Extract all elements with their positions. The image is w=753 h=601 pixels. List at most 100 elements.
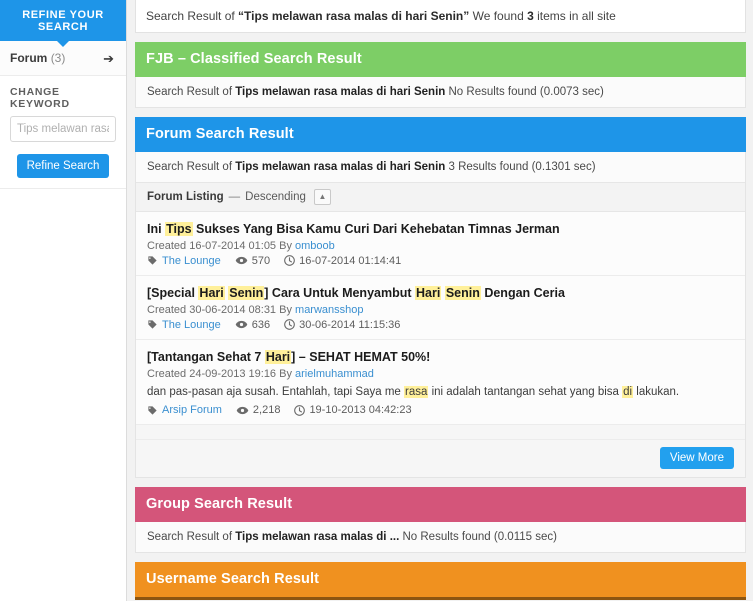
stat-last-post: 19-10-2013 04:42:23 xyxy=(294,404,412,417)
listing-sort-direction: Descending xyxy=(245,191,306,203)
group-result-summary: Search Result of Tips melawan rasa malas… xyxy=(136,522,745,553)
facet-count: (3) xyxy=(50,51,66,65)
created-label: Created xyxy=(147,303,187,316)
highlight-term: rasa xyxy=(404,385,429,398)
fjb-summary-suffix: No Results found (0.0073 sec) xyxy=(445,86,604,98)
panel-forum-header: Forum Search Result xyxy=(135,117,746,152)
result-title-link[interactable]: [Tantangan Sehat 7 Hari] – SEHAT HEMAT 5… xyxy=(147,349,734,366)
result-view-count: 570 xyxy=(251,254,271,267)
result-meta: Created 30-06-2014 08:31 By marwansshop xyxy=(147,304,734,316)
highlight-term: Hari xyxy=(415,285,442,300)
result-author-link[interactable]: omboob xyxy=(295,240,335,252)
highlight-term: Senin xyxy=(444,285,481,300)
result-stats: Arsip Forum 2,218 19-10-2013 04:42:23 xyxy=(147,404,734,416)
stat-last-post: 30-06-2014 11:15:36 xyxy=(284,319,400,331)
summary-found-post: items in all site xyxy=(533,9,616,23)
result-view-count: 2,218 xyxy=(252,404,281,417)
summary-found-pre: We found xyxy=(469,9,528,23)
stat-forum: Arsip Forum xyxy=(147,404,222,416)
result-last-post-date: 16-07-2014 01:14:41 xyxy=(299,254,402,267)
highlight-term: Hari xyxy=(264,349,292,364)
result-author-link[interactable]: arielmuhammad xyxy=(295,368,374,380)
group-summary-suffix: No Results found (0.0115 sec) xyxy=(399,531,557,544)
stat-last-post: 16-07-2014 01:14:41 xyxy=(284,255,401,267)
result-last-post-date: 30-06-2014 11:15:36 xyxy=(299,318,401,331)
highlight-term: Tips xyxy=(165,222,193,236)
group-summary-query: Tips melawan rasa malas di ... xyxy=(235,531,400,544)
panel-fjb-header: FJB – Classified Search Result xyxy=(135,42,746,77)
search-results-page: REFINE YOUR SEARCH Forum (3) ➔ CHANGE KE… xyxy=(0,0,753,601)
by-label: By xyxy=(279,239,292,252)
clock-icon xyxy=(284,255,295,267)
result-author-link[interactable]: marwansshop xyxy=(295,304,363,316)
panel-fjb-body: Search Result of Tips melawan rasa malas… xyxy=(135,77,746,108)
panel-username-header: Username Search Result xyxy=(135,562,746,601)
result-last-post-date: 19-10-2013 04:42:23 xyxy=(309,404,412,417)
stat-forum: The Lounge xyxy=(147,255,221,267)
by-label: By xyxy=(279,367,292,380)
panel-forum-body: Search Result of Tips melawan rasa malas… xyxy=(135,152,746,479)
keyword-input[interactable] xyxy=(10,116,116,142)
clock-icon xyxy=(294,404,306,416)
tag-icon xyxy=(147,319,158,330)
eye-icon xyxy=(235,255,248,266)
clock-icon xyxy=(284,319,295,331)
result-title-link[interactable]: [Special Hari Senin] Cara Untuk Menyambu… xyxy=(147,285,734,302)
tag-icon xyxy=(147,405,158,416)
result-stats: The Lounge 570 16-07-2014 01:14:41 xyxy=(147,255,734,267)
forum-summary-prefix: Search Result of xyxy=(147,161,236,173)
forum-result-summary: Search Result of Tips melawan rasa malas… xyxy=(136,152,745,182)
global-search-summary: Search Result of “Tips melawan rasa mala… xyxy=(135,0,746,33)
result-forum-link[interactable]: Arsip Forum xyxy=(162,404,222,416)
result-stats: The Lounge 636 30-06-2014 11:15:36 xyxy=(147,319,734,331)
result-forum-link[interactable]: The Lounge xyxy=(162,319,221,331)
listing-dash: — xyxy=(228,191,241,203)
forum-summary-suffix: 3 Results found (0.1301 sec) xyxy=(445,161,596,173)
group-summary-prefix: Search Result of xyxy=(147,531,236,544)
panel-group-body: Search Result of Tips melawan rasa malas… xyxy=(135,522,746,554)
panel-username-search: Username Search Result xyxy=(135,562,746,601)
by-label: By xyxy=(279,303,292,316)
result-title-link[interactable]: Ini Tips Sukses Yang Bisa Kamu Curi Dari… xyxy=(147,221,734,238)
listing-title: Forum Listing xyxy=(147,191,224,203)
panel-forum-search: Forum Search Result Search Result of Tip… xyxy=(135,117,746,479)
panel-group-search: Group Search Result Search Result of Tip… xyxy=(135,487,746,554)
result-view-count: 636 xyxy=(251,318,271,331)
refine-your-search-header: REFINE YOUR SEARCH xyxy=(0,0,126,47)
stat-views: 570 xyxy=(235,255,270,267)
fjb-summary-prefix: Search Result of xyxy=(147,86,236,98)
arrow-right-icon: ➔ xyxy=(103,50,114,66)
eye-icon xyxy=(236,405,249,416)
created-label: Created xyxy=(147,367,187,380)
refine-button-wrapper: Refine Search xyxy=(0,152,126,189)
result-meta: Created 24-09-2013 19:16 By arielmuhamma… xyxy=(147,368,734,380)
created-label: Created xyxy=(147,239,187,252)
panel-group-header: Group Search Result xyxy=(135,487,746,523)
header-notch-triangle xyxy=(57,41,69,47)
result-forum-link[interactable]: The Lounge xyxy=(162,255,221,267)
summary-query: “Tips melawan rasa malas di hari Senin” xyxy=(238,9,470,23)
fjb-result-summary: Search Result of Tips melawan rasa malas… xyxy=(136,77,745,107)
keyword-input-wrapper xyxy=(0,114,126,152)
forum-results-list: Ini Tips Sukses Yang Bisa Kamu Curi Dari… xyxy=(136,212,745,426)
highlight-term: Senin xyxy=(228,285,265,300)
fjb-summary-query: Tips melawan rasa malas di hari Senin xyxy=(235,86,446,98)
summary-count: 3 xyxy=(527,9,534,23)
created-date: 16-07-2014 01:05 xyxy=(189,239,277,252)
highlight-term: Hari xyxy=(198,285,225,300)
result-meta: Created 16-07-2014 01:05 By omboob xyxy=(147,240,734,252)
results-spacer-row xyxy=(136,425,745,441)
view-more-button[interactable]: View More xyxy=(659,447,734,470)
summary-prefix: Search Result of xyxy=(146,9,239,23)
change-keyword-label: CHANGE KEYWORD xyxy=(10,86,70,110)
view-more-row: View More xyxy=(136,440,745,478)
highlight-term: di xyxy=(622,385,634,398)
stat-views: 2,218 xyxy=(236,404,281,417)
created-date: 30-06-2014 08:31 xyxy=(189,303,277,316)
forum-result-item: [Tantangan Sehat 7 Hari] – SEHAT HEMAT 5… xyxy=(136,339,745,426)
forum-result-item: Ini Tips Sukses Yang Bisa Kamu Curi Dari… xyxy=(136,212,745,276)
eye-icon xyxy=(235,319,248,330)
refine-sidebar: REFINE YOUR SEARCH Forum (3) ➔ CHANGE KE… xyxy=(0,0,127,601)
sort-toggle-caret-up-icon[interactable]: ▲ xyxy=(313,189,331,205)
refine-search-button[interactable]: Refine Search xyxy=(16,154,110,178)
